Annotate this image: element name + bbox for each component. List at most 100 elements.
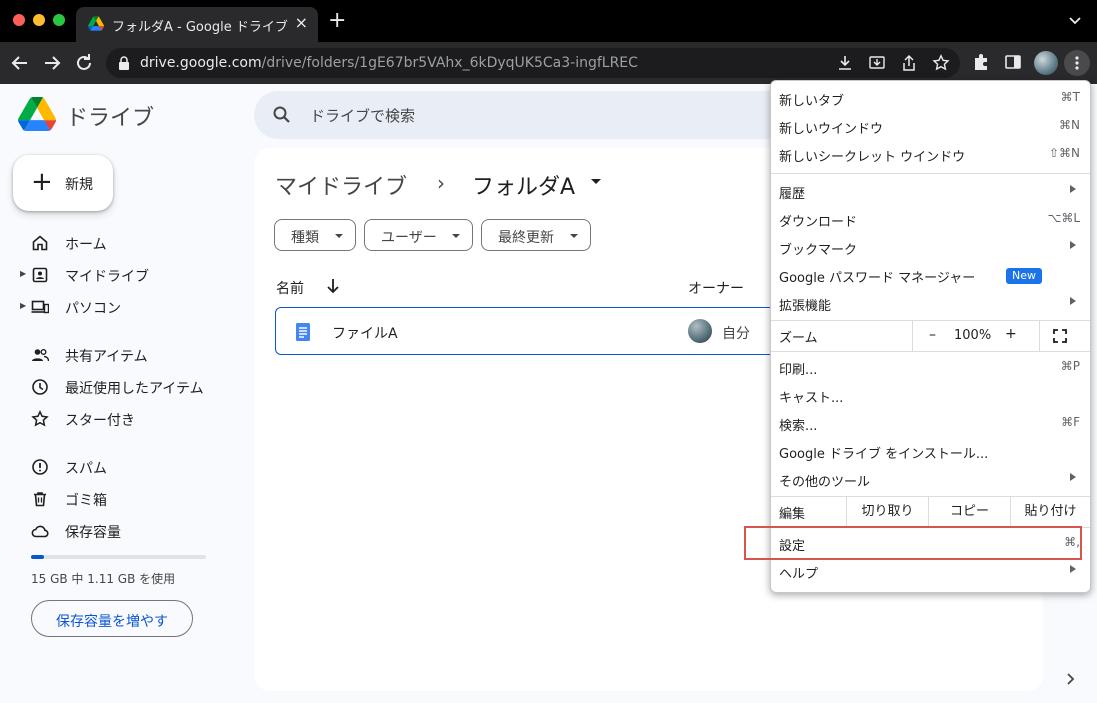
tab-search-chevron-icon[interactable] [1067,12,1083,28]
menu-item-label: Google パスワード マネージャー [779,271,976,286]
app-title[interactable]: ドライブ [66,100,154,132]
tab-close-icon[interactable]: × [295,13,308,32]
menu-item-downloads[interactable]: ダウンロード ⌥⌘L [771,206,1090,234]
window-close-button[interactable] [13,14,25,26]
new-tab-button[interactable]: + [328,9,346,33]
back-arrow-icon[interactable] [8,51,32,75]
lock-icon[interactable] [118,56,130,70]
file-name[interactable]: ファイルA [332,323,398,343]
menu-item-find[interactable]: 検索... ⌘F [771,410,1090,438]
side-panel-icon[interactable] [1003,52,1023,72]
search-icon[interactable] [272,105,292,125]
submenu-arrow-icon [1070,473,1076,481]
get-more-storage-button[interactable]: 保存容量を増やす [31,600,193,637]
edit-label: 編集 [779,507,806,522]
chrome-menu-button[interactable] [1064,50,1090,76]
menu-item-label: 新しいタブ [779,94,845,109]
extensions-puzzle-icon[interactable] [971,52,991,72]
menu-item-new-window[interactable]: 新しいウインドウ ⌘N [771,113,1090,141]
drive-search-bar[interactable]: ドライブで検索 [254,91,814,139]
sidebar-item-shared[interactable]: 共有アイテム [20,341,230,369]
fullscreen-icon[interactable] [1053,329,1067,343]
chevron-right-icon[interactable] [1064,670,1078,688]
submenu-arrow-icon [1070,297,1076,305]
file-row[interactable]: ファイルA 自分 [275,307,795,355]
menu-item-extensions[interactable]: 拡張機能 [771,290,1090,318]
copy-button[interactable]: コピー [928,497,1010,527]
new-button[interactable]: + 新規 [13,155,113,211]
menu-item-label: Google ドライブ をインストール... [779,447,989,462]
google-doc-icon [296,323,310,341]
sidebar-item-storage[interactable]: 保存容量 [20,517,230,545]
folder-menu-caret-icon[interactable] [591,179,601,184]
my-drive-icon [32,267,48,283]
forward-arrow-icon[interactable] [40,51,64,75]
filter-chip-type[interactable]: 種類 [274,219,356,251]
trash-icon [34,492,46,507]
menu-item-shortcut: ⌘T [1060,90,1080,104]
share-icon[interactable] [900,54,918,72]
window-maximize-button[interactable] [53,14,65,26]
menu-item-print[interactable]: 印刷... ⌘P [771,354,1090,382]
sidebar-item-label: マイドライブ [65,269,149,285]
reload-icon[interactable] [72,51,96,75]
sidebar-item-computers[interactable]: ▶ パソコン [20,293,230,321]
cloud-icon [31,525,49,538]
install-app-icon[interactable] [868,54,886,72]
sidebar-item-label: スター付き [65,413,135,429]
expand-caret-icon[interactable]: ▶ [20,269,26,278]
url-text[interactable]: drive.google.com/drive/folders/1gE67br5V… [140,55,638,71]
menu-item-help[interactable]: ヘルプ [771,558,1090,586]
shared-icon [32,349,49,362]
more-vert-icon [1075,56,1079,70]
sidebar-item-starred[interactable]: スター付き [20,405,230,433]
menu-item-new-incognito-window[interactable]: 新しいシークレット ウインドウ ⇧⌘N [771,141,1090,169]
menu-item-label: ブックマーク [779,243,858,258]
menu-item-install-drive[interactable]: Google ドライブ をインストール... [771,438,1090,466]
profile-avatar[interactable] [1034,51,1058,75]
zoom-row: ズーム – 100% + [771,321,1090,351]
filter-chip-modified[interactable]: 最終更新 [481,219,591,251]
search-input[interactable]: ドライブで検索 [310,105,415,126]
column-header-name[interactable]: 名前 [276,278,304,298]
cut-button[interactable]: 切り取り [846,497,928,527]
zoom-out-button[interactable]: – [929,327,936,343]
download-icon[interactable] [836,54,854,72]
menu-item-cast[interactable]: キャスト... [771,382,1090,410]
filter-chip-people[interactable]: ユーザー [364,219,473,251]
sidebar-item-trash[interactable]: ゴミ箱 [20,485,230,513]
menu-divider [771,173,1090,174]
sidebar-item-spam[interactable]: スパム [20,453,230,481]
menu-item-password-manager[interactable]: Google パスワード マネージャー New [771,262,1090,290]
menu-item-new-tab[interactable]: 新しいタブ ⌘T [771,85,1090,113]
menu-item-bookmarks[interactable]: ブックマーク [771,234,1090,262]
address-bar[interactable]: drive.google.com/drive/folders/1gE67br5V… [106,48,960,78]
sidebar-item-home[interactable]: ホーム [20,229,230,257]
zoom-in-button[interactable]: + [1005,326,1017,342]
breadcrumb-current-folder[interactable]: フォルダA [472,169,575,201]
chrome-overflow-menu: 新しいタブ ⌘T 新しいウインドウ ⌘N 新しいシークレット ウインドウ ⇧⌘N… [770,80,1091,593]
breadcrumb-my-drive[interactable]: マイドライブ [275,169,407,201]
menu-item-history[interactable]: 履歴 [771,178,1090,206]
google-drive-favicon-icon [88,16,104,31]
menu-item-label: 新しいシークレット ウインドウ [779,150,966,165]
google-drive-logo-icon[interactable] [18,97,56,131]
menu-item-shortcut: ⌘N [1059,118,1080,132]
menu-item-label: 拡張機能 [779,299,832,314]
window-minimize-button[interactable] [33,14,45,26]
bookmark-star-icon[interactable] [932,54,950,72]
sidebar-item-label: ホーム [65,237,107,253]
expand-caret-icon[interactable]: ▶ [20,301,26,310]
menu-item-label: ダウンロード [779,215,858,230]
get-more-storage-label: 保存容量を増やす [56,614,168,630]
browser-tab[interactable]: フォルダA - Google ドライブ × [76,7,318,42]
menu-item-more-tools[interactable]: その他のツール [771,466,1090,494]
menu-divider [771,351,1090,352]
chevron-down-icon [570,234,578,238]
menu-item-label: 新しいウインドウ [779,122,884,137]
sort-arrow-down-icon[interactable] [325,277,341,295]
sidebar-item-my-drive[interactable]: ▶ マイドライブ [20,261,230,289]
new-badge: New [1006,268,1042,284]
paste-button[interactable]: 貼り付け [1010,497,1090,527]
sidebar-item-recent[interactable]: 最近使用したアイテム [20,373,230,401]
